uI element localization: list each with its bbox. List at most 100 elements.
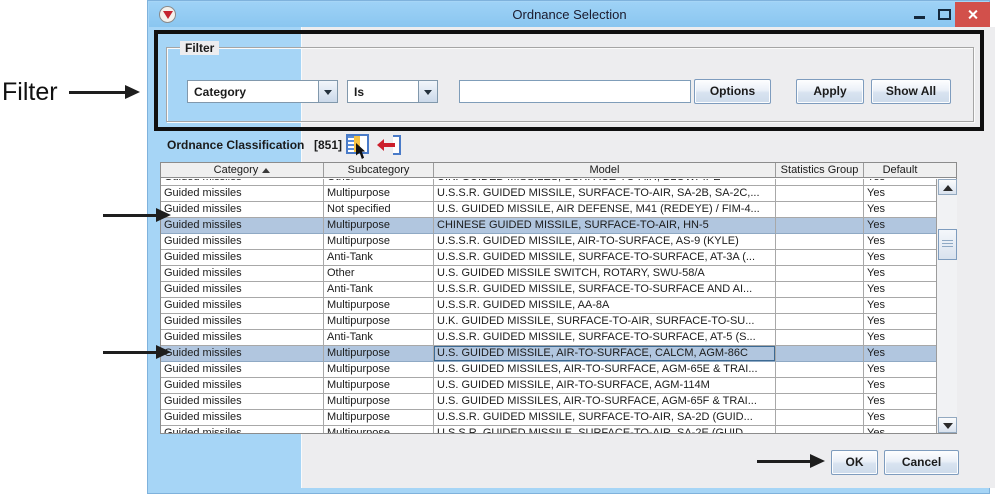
cell-default[interactable]: Yes [864, 330, 936, 346]
table-row[interactable]: Guided missiles Multipurpose CHINESE GUI… [161, 218, 936, 234]
close-icon[interactable] [955, 2, 990, 27]
table-row[interactable]: Guided missiles Anti-Tank U.S.S.R. GUIDE… [161, 330, 936, 346]
cell-default[interactable]: Yes [864, 250, 936, 266]
cell-model[interactable]: U.K. GUIDED MISSILE, SURFACE-TO-AIR, SUR… [434, 314, 776, 330]
table-row[interactable]: Guided missiles Multipurpose U.S. GUIDED… [161, 346, 936, 362]
table-row[interactable]: Guided missiles Not specified U.S. GUIDE… [161, 202, 936, 218]
cell-subcategory[interactable]: Other [324, 179, 434, 186]
cell-category[interactable]: Guided missiles [161, 346, 324, 362]
cell-default[interactable]: Yes [864, 378, 936, 394]
cell-statistics-group[interactable] [776, 330, 864, 346]
filter-field-dropdown[interactable]: Category [187, 80, 338, 103]
cell-model[interactable]: U.S.S.R. GUIDED MISSILE, AIR-TO-SURFACE,… [434, 234, 776, 250]
table-row[interactable]: Guided missiles Anti-Tank U.S.S.R. GUIDE… [161, 282, 936, 298]
cell-subcategory[interactable]: Multipurpose [324, 394, 434, 410]
minimize-icon[interactable] [914, 16, 925, 19]
cell-statistics-group[interactable] [776, 410, 864, 426]
cell-default[interactable]: Yes [864, 179, 936, 186]
cell-category[interactable]: Guided missiles [161, 298, 324, 314]
options-button[interactable]: Options [694, 79, 771, 104]
cell-model[interactable]: U.S.S.R. GUIDED MISSILE, SURFACE-TO-SURF… [434, 282, 776, 298]
titlebar[interactable]: Ordnance Selection [149, 2, 990, 27]
cell-category[interactable]: Guided missiles [161, 186, 324, 202]
table-row[interactable]: Guided missiles Multipurpose U.S.S.R. GU… [161, 298, 936, 314]
table-row[interactable]: Guided missiles Multipurpose U.S.S.R. GU… [161, 426, 936, 433]
cell-model[interactable]: U.S. GUIDED MISSILE, AIR-TO-SURFACE, AGM… [434, 378, 776, 394]
cell-statistics-group[interactable] [776, 314, 864, 330]
cell-default[interactable]: Yes [864, 234, 936, 250]
apply-button[interactable]: Apply [796, 79, 864, 104]
table-row[interactable]: Guided missiles Multipurpose U.S.S.R. GU… [161, 186, 936, 202]
cell-default[interactable]: Yes [864, 362, 936, 378]
scrollbar-thumb[interactable] [938, 229, 957, 260]
cell-category[interactable]: Guided missiles [161, 426, 324, 433]
cell-category[interactable]: Guided missiles [161, 410, 324, 426]
cell-subcategory[interactable]: Anti-Tank [324, 282, 434, 298]
cell-default[interactable]: Yes [864, 266, 936, 282]
cell-category[interactable]: Guided missiles [161, 394, 324, 410]
column-header-default[interactable]: Default [864, 163, 936, 177]
table-row[interactable]: Guided missiles Multipurpose U.S. GUIDED… [161, 362, 936, 378]
cell-subcategory[interactable]: Multipurpose [324, 362, 434, 378]
cell-default[interactable]: Yes [864, 426, 936, 433]
filter-value-input[interactable] [459, 80, 691, 103]
cell-statistics-group[interactable] [776, 186, 864, 202]
chevron-down-icon[interactable] [318, 81, 337, 102]
cell-model[interactable]: U.S.S.R. GUIDED MISSILE, SURFACE-TO-AIR,… [434, 426, 776, 433]
cell-model[interactable]: U.S.S.R. GUIDED MISSILE, SURFACE-TO-SURF… [434, 330, 776, 346]
table-row[interactable]: Guided missiles Multipurpose U.S.S.R. GU… [161, 234, 936, 250]
cell-statistics-group[interactable] [776, 250, 864, 266]
cell-model[interactable]: U.S. GUIDED MISSILE, AIR-TO-SURFACE, CAL… [434, 346, 776, 362]
cell-statistics-group[interactable] [776, 378, 864, 394]
cell-category[interactable]: Guided missiles [161, 330, 324, 346]
cell-default[interactable]: Yes [864, 218, 936, 234]
cell-model[interactable]: U.S. GUIDED MISSILES, AIR-TO-SURFACE, AG… [434, 362, 776, 378]
cell-default[interactable]: Yes [864, 314, 936, 330]
cell-subcategory[interactable]: Multipurpose [324, 378, 434, 394]
table-row[interactable]: Guided missiles Multipurpose U.S.S.R. GU… [161, 410, 936, 426]
cell-category[interactable]: Guided missiles [161, 234, 324, 250]
cell-category[interactable]: Guided missiles [161, 266, 324, 282]
cell-statistics-group[interactable] [776, 179, 864, 186]
cell-model[interactable]: U.S.S.R. GUIDED MISSILE, AA-8A [434, 298, 776, 314]
table-row[interactable]: Guided missiles Other U.S. GUIDED MISSIL… [161, 266, 936, 282]
cell-model[interactable]: U.S. GUIDED MISSILE, AIR DEFENSE, M41 (R… [434, 202, 776, 218]
column-header-statistics-group[interactable]: Statistics Group [776, 163, 864, 177]
cell-subcategory[interactable]: Other [324, 266, 434, 282]
cell-subcategory[interactable]: Multipurpose [324, 186, 434, 202]
column-header-model[interactable]: Model [434, 163, 776, 177]
cell-default[interactable]: Yes [864, 410, 936, 426]
cell-default[interactable]: Yes [864, 346, 936, 362]
cell-statistics-group[interactable] [776, 218, 864, 234]
cell-statistics-group[interactable] [776, 266, 864, 282]
cell-statistics-group[interactable] [776, 362, 864, 378]
chevron-down-icon[interactable] [418, 81, 437, 102]
cell-model[interactable]: U.S. GUIDED MISSILES, AIR-TO-SURFACE, AG… [434, 394, 776, 410]
show-all-button[interactable]: Show All [871, 79, 951, 104]
cell-statistics-group[interactable] [776, 234, 864, 250]
cell-subcategory[interactable]: Anti-Tank [324, 330, 434, 346]
cell-default[interactable]: Yes [864, 298, 936, 314]
vertical-scrollbar[interactable] [936, 179, 957, 433]
cell-subcategory[interactable]: Multipurpose [324, 410, 434, 426]
cell-category[interactable]: Guided missiles [161, 282, 324, 298]
cell-category[interactable]: Guided missiles [161, 362, 324, 378]
cell-model[interactable]: U.S.S.R. GUIDED MISSILE, SURFACE-TO-AIR,… [434, 186, 776, 202]
cell-category[interactable]: Guided missiles [161, 314, 324, 330]
ok-button[interactable]: OK [831, 450, 878, 475]
cell-statistics-group[interactable] [776, 282, 864, 298]
cell-default[interactable]: Yes [864, 282, 936, 298]
cell-default[interactable]: Yes [864, 186, 936, 202]
scroll-up-icon[interactable] [938, 179, 957, 195]
cell-statistics-group[interactable] [776, 298, 864, 314]
cell-category[interactable]: Guided missiles [161, 378, 324, 394]
table-row[interactable]: Guided missiles Multipurpose U.S. GUIDED… [161, 378, 936, 394]
cell-model[interactable]: U.S.S.R. GUIDED MISSILE, SURFACE-TO-AIR,… [434, 410, 776, 426]
cell-subcategory[interactable]: Multipurpose [324, 218, 434, 234]
column-header-subcategory[interactable]: Subcategory [324, 163, 434, 177]
cell-category[interactable]: Guided missiles [161, 218, 324, 234]
cell-category[interactable]: Guided missiles [161, 202, 324, 218]
cell-subcategory[interactable]: Multipurpose [324, 426, 434, 433]
table-row[interactable]: Guided missiles Multipurpose U.K. GUIDED… [161, 314, 936, 330]
cell-statistics-group[interactable] [776, 202, 864, 218]
